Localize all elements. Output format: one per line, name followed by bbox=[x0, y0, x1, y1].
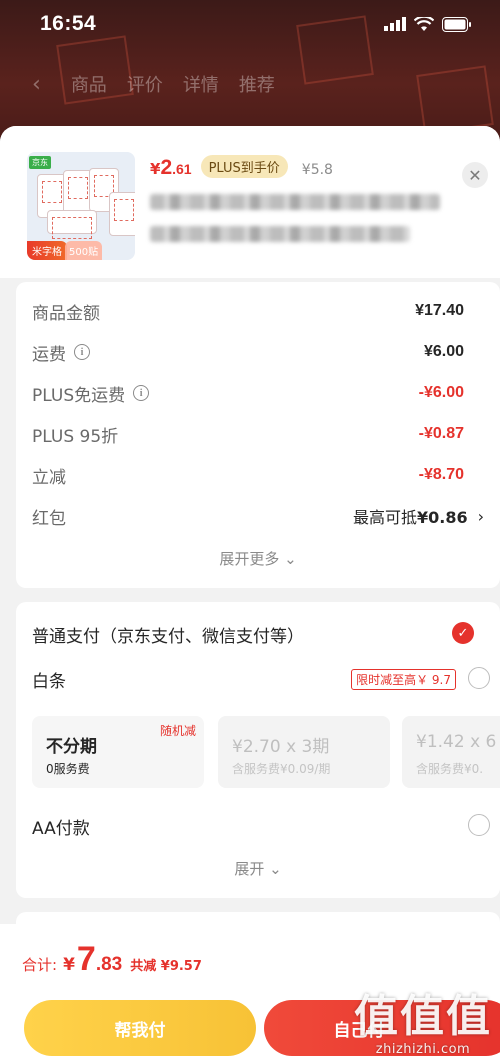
expand-payment-label: 展开 bbox=[234, 860, 265, 878]
expand-more-label: 展开更多 bbox=[219, 550, 280, 568]
red-packet-prefix: 最高可抵¥0.86 bbox=[353, 504, 468, 528]
original-price: ¥5.8 bbox=[301, 162, 333, 178]
installment-fee: 含服务费¥0.09/期 bbox=[232, 762, 331, 776]
product-summary: 京东 米字格 500贴 ¥ 2 .61 PLUS到手价 ¥5.8 ✕ bbox=[0, 126, 500, 278]
watermark-url: zhizhizhi.com bbox=[375, 1042, 471, 1057]
installment-option-6[interactable]: ¥1.42 x 6 含服务费¥0. bbox=[402, 716, 500, 788]
blurred-product-title bbox=[150, 194, 440, 210]
close-icon: ✕ bbox=[468, 165, 482, 185]
site-watermark: 值值值 zhizhizhi.com bbox=[354, 991, 492, 1058]
red-packet-value: 最高可抵¥0.86 › bbox=[353, 504, 484, 528]
blurred-product-spec bbox=[150, 226, 410, 242]
background-tab: 商品 bbox=[70, 75, 107, 96]
installment-option-none[interactable]: 随机减 不分期 0服务费 bbox=[32, 716, 204, 788]
price-decimal: .61 bbox=[172, 161, 192, 177]
normal-payment-label[interactable]: 普通支付（京东支付、微信支付等） bbox=[32, 622, 304, 647]
fee-row-instant-reduction: 立减 -¥8.70 bbox=[32, 460, 464, 490]
info-icon[interactable]: i bbox=[74, 344, 90, 360]
product-image[interactable]: 京东 米字格 500贴 bbox=[27, 152, 135, 260]
price-integer: 2 bbox=[160, 156, 173, 179]
expand-payment-button[interactable]: 展开 ⌄ bbox=[16, 858, 500, 879]
help-me-pay-label: 帮我付 bbox=[114, 1020, 166, 1041]
status-icons bbox=[384, 16, 472, 32]
installment-title: 不分期 bbox=[46, 737, 97, 757]
installment-fee: 含服务费¥0. bbox=[416, 762, 484, 776]
fee-row-shipping: 运费 i ¥6.00 bbox=[32, 337, 464, 367]
aa-payment-radio[interactable] bbox=[468, 814, 490, 836]
baitiao-radio[interactable] bbox=[468, 667, 490, 689]
product-price: ¥ 2 .61 PLUS到手价 ¥5.8 bbox=[150, 155, 333, 180]
fee-row-goods-amount: 商品金额 ¥17.40 bbox=[32, 296, 464, 326]
help-me-pay-button[interactable]: 帮我付 bbox=[24, 1000, 256, 1056]
fee-label: 红包 bbox=[32, 508, 66, 529]
total-label: 合计: bbox=[22, 956, 58, 974]
back-icon: ‹ bbox=[32, 71, 41, 97]
normal-payment-radio[interactable]: ✓ bbox=[452, 622, 474, 644]
fee-label: 商品金额 bbox=[32, 303, 100, 324]
status-bar: 16:54 bbox=[0, 0, 500, 48]
background-tab: 详情 bbox=[182, 75, 219, 96]
expand-more-button[interactable]: 展开更多 ⌄ bbox=[16, 548, 500, 569]
fee-label: 运费 bbox=[32, 344, 66, 365]
fee-value: -¥8.70 bbox=[418, 466, 464, 483]
limit-discount-tag: 限时减至高￥ 9.7 bbox=[351, 669, 456, 690]
signal-icon bbox=[384, 17, 406, 31]
image-badge: 京东 bbox=[29, 156, 51, 169]
total-decimal: .83 bbox=[95, 954, 123, 975]
fee-details-card: 商品金额 ¥17.40 运费 i ¥6.00 PLUS免运费 i -¥6.00 PL… bbox=[16, 282, 500, 588]
image-tag: 500贴 bbox=[65, 241, 103, 260]
total-currency: ¥ bbox=[63, 955, 75, 975]
chevron-right-icon: › bbox=[477, 506, 484, 526]
info-icon[interactable]: i bbox=[133, 385, 150, 401]
chevron-down-icon: ⌄ bbox=[284, 550, 297, 568]
fee-label-group: 运费 i bbox=[32, 340, 90, 365]
fee-value: ¥17.40 bbox=[415, 302, 464, 319]
total-saving: 共减 ¥9.57 bbox=[130, 959, 202, 974]
background-tab: 评价 bbox=[126, 75, 163, 96]
baitiao-label[interactable]: 白条 bbox=[32, 667, 66, 692]
chevron-down-icon: ⌄ bbox=[269, 860, 282, 878]
plus-price-tag: PLUS到手价 bbox=[200, 155, 288, 178]
red-packet-prefix-text: 最高可抵 bbox=[352, 508, 417, 527]
random-discount-tag: 随机减 bbox=[159, 724, 196, 738]
background-tab: 推荐 bbox=[238, 75, 275, 96]
fee-row-plus-discount: PLUS 95折 -¥0.87 bbox=[32, 419, 464, 449]
installment-title: ¥2.70 x 3期 bbox=[232, 737, 330, 757]
total-integer: 7 bbox=[76, 940, 96, 978]
checkout-sheet: 京东 米字格 500贴 ¥ 2 .61 PLUS到手价 ¥5.8 ✕ 商品金额 … bbox=[0, 126, 500, 1063]
bottom-action-bar: 合计: ¥ 7 .83 共减 ¥9.57 帮我付 自己付 值值值 zhizhiz… bbox=[0, 924, 500, 1063]
close-button[interactable]: ✕ bbox=[462, 162, 488, 188]
fee-label-group: PLUS免运费 i bbox=[32, 381, 150, 406]
watermark-logo: 值值值 bbox=[354, 991, 492, 1042]
red-packet-amount: ¥0.86 bbox=[416, 508, 468, 527]
fee-value: -¥0.87 bbox=[418, 425, 464, 442]
product-roll-graphic bbox=[109, 192, 135, 236]
fee-row-plus-free-shipping: PLUS免运费 i -¥6.00 bbox=[32, 378, 464, 408]
status-time: 16:54 bbox=[40, 12, 97, 35]
fee-label: PLUS免运费 bbox=[32, 385, 126, 406]
fee-row-red-packet[interactable]: 红包 最高可抵¥0.86 › bbox=[32, 501, 484, 531]
background-tab-bar: ‹ 商品 评价 详情 推荐 bbox=[0, 66, 500, 102]
product-roll-graphic bbox=[47, 210, 97, 239]
price-currency: ¥ bbox=[150, 160, 161, 178]
order-total: 合计: ¥ 7 .83 共减 ¥9.57 bbox=[22, 940, 202, 979]
installment-fee: 0服务费 bbox=[46, 762, 90, 776]
wifi-icon bbox=[414, 16, 434, 31]
fee-label: 立减 bbox=[32, 467, 66, 488]
fee-value: ¥6.00 bbox=[423, 343, 464, 360]
image-tag: 米字格 bbox=[27, 241, 67, 260]
installment-title: ¥1.42 x 6 bbox=[416, 732, 497, 752]
fee-value: -¥6.00 bbox=[418, 384, 464, 401]
installment-option-3[interactable]: ¥2.70 x 3期 含服务费¥0.09/期 bbox=[218, 716, 390, 788]
battery-icon bbox=[442, 16, 471, 32]
payment-method-card: 普通支付（京东支付、微信支付等） ✓ 白条 限时减至高￥ 9.7 随机减 不分期… bbox=[16, 602, 500, 898]
fee-label: PLUS 95折 bbox=[32, 426, 119, 447]
aa-payment-label[interactable]: AA付款 bbox=[32, 814, 90, 839]
